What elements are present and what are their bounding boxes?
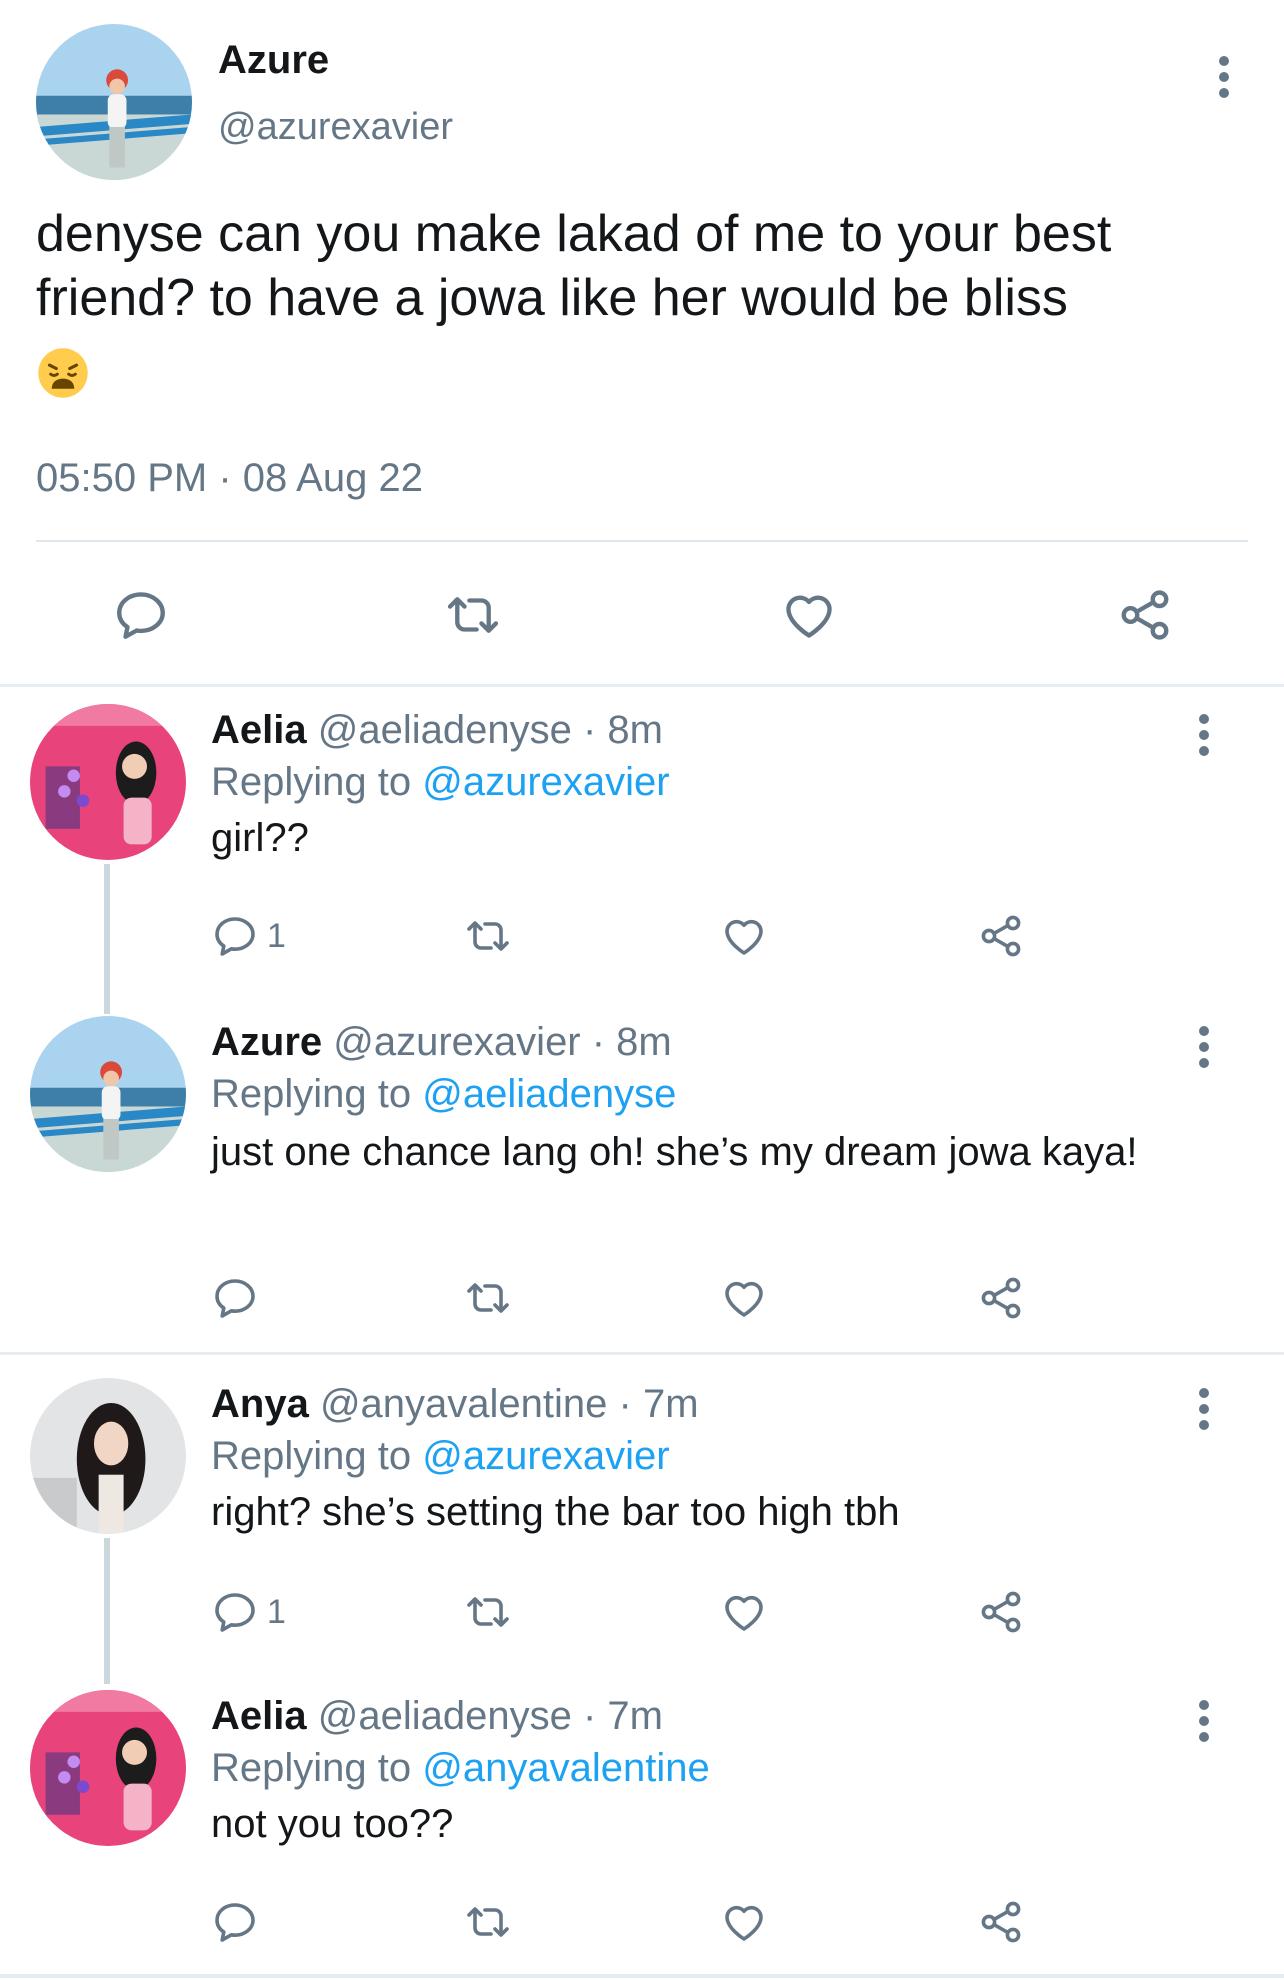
main-tweet: Azure @azurexavier denyse can you make l… <box>0 0 1284 684</box>
share-button[interactable] <box>977 1898 1025 1946</box>
mention-link[interactable]: @azurexavier <box>422 760 669 804</box>
replying-label: Replying to <box>211 1746 412 1790</box>
avatar[interactable] <box>30 1378 186 1534</box>
author-name[interactable]: Azure <box>218 38 329 83</box>
mention-link[interactable]: @azurexavier <box>422 1434 669 1478</box>
avatar[interactable] <box>36 24 192 180</box>
avatar[interactable] <box>30 704 186 860</box>
more-options-icon[interactable] <box>1218 56 1230 100</box>
divider <box>36 540 1248 542</box>
section-divider <box>0 684 1284 687</box>
like-button[interactable] <box>720 912 768 960</box>
weary-face-emoji <box>36 346 90 400</box>
author-name[interactable]: Aelia <box>211 708 307 752</box>
section-divider <box>0 1352 1284 1355</box>
share-icon <box>977 1588 1025 1636</box>
mention-link[interactable]: @aeliadenyse <box>422 1072 676 1116</box>
reply-button[interactable] <box>112 586 170 644</box>
share-icon <box>977 1898 1025 1946</box>
like-button[interactable] <box>720 1274 768 1322</box>
reply-count: 1 <box>267 916 286 955</box>
like-button[interactable] <box>720 1898 768 1946</box>
retweet-button[interactable] <box>444 586 502 644</box>
thread-line <box>104 1538 110 1684</box>
reply-icon <box>211 1898 259 1946</box>
retweet-icon <box>444 586 502 644</box>
share-button[interactable] <box>977 1588 1025 1636</box>
section-divider <box>0 1974 1284 1978</box>
author-handle-time[interactable]: @azurexavier · 8m <box>333 1020 671 1064</box>
more-options-icon[interactable] <box>1198 1388 1210 1432</box>
retweet-icon <box>464 1274 512 1322</box>
more-options-icon[interactable] <box>1198 1026 1210 1070</box>
reply-icon <box>211 1588 259 1636</box>
replying-label: Replying to <box>211 1072 412 1116</box>
reply-icon <box>112 586 170 644</box>
reply-button[interactable]: 1 <box>211 1588 286 1636</box>
replying-label: Replying to <box>211 1434 412 1478</box>
author-handle-time[interactable]: @aeliadenyse · 8m <box>318 708 663 752</box>
retweet-icon <box>464 912 512 960</box>
author-name[interactable]: Azure <box>211 1020 322 1064</box>
like-button[interactable] <box>720 1588 768 1636</box>
replying-label: Replying to <box>211 760 412 804</box>
reply-icon <box>211 912 259 960</box>
author-handle[interactable]: @azurexavier <box>218 106 453 149</box>
reply-tweet[interactable]: Azure @azurexavier · 8m Replying to @ael… <box>0 1012 1284 1352</box>
share-icon <box>977 1274 1025 1322</box>
like-button[interactable] <box>780 586 838 644</box>
reply-tweet[interactable]: Aelia @aeliadenyse · 8m Replying to @azu… <box>0 700 1284 1014</box>
reply-button[interactable] <box>211 1274 259 1322</box>
author-handle-time[interactable]: @anyavalentine · 7m <box>320 1382 699 1426</box>
more-options-icon[interactable] <box>1198 1700 1210 1744</box>
retweet-button[interactable] <box>464 1898 512 1946</box>
reply-count: 1 <box>267 1592 286 1631</box>
mention-link[interactable]: @anyavalentine <box>422 1746 709 1790</box>
reply-text: just one chance lang oh! she’s my dream … <box>211 1130 1138 1174</box>
share-button[interactable] <box>977 912 1025 960</box>
like-icon <box>720 1588 768 1636</box>
like-icon <box>720 1898 768 1946</box>
reply-text: girl?? <box>211 816 309 860</box>
reply-tweet[interactable]: Aelia @aeliadenyse · 7m Replying to @any… <box>0 1686 1284 1976</box>
reply-tweet[interactable]: Anya @anyavalentine · 7m Replying to @az… <box>0 1374 1284 1684</box>
tweet-action-bar <box>0 574 1284 654</box>
retweet-icon <box>464 1898 512 1946</box>
reply-text: not you too?? <box>211 1802 454 1846</box>
like-icon <box>720 912 768 960</box>
retweet-button[interactable] <box>464 1588 512 1636</box>
reply-text: right? she’s setting the bar too high tb… <box>211 1490 900 1534</box>
share-button[interactable] <box>1116 586 1174 644</box>
more-options-icon[interactable] <box>1198 714 1210 758</box>
share-button[interactable] <box>977 1274 1025 1322</box>
reply-icon <box>211 1274 259 1322</box>
avatar[interactable] <box>30 1016 186 1172</box>
tweet-text: denyse can you make lakad of me to your … <box>36 205 1112 327</box>
author-handle-time[interactable]: @aeliadenyse · 7m <box>318 1694 663 1738</box>
author-name[interactable]: Anya <box>211 1382 309 1426</box>
like-icon <box>720 1274 768 1322</box>
share-icon <box>977 912 1025 960</box>
share-icon <box>1116 586 1174 644</box>
author-name[interactable]: Aelia <box>211 1694 307 1738</box>
tweet-timestamp: 05:50 PM · 08 Aug 22 <box>36 456 423 500</box>
reply-button[interactable] <box>211 1898 259 1946</box>
avatar[interactable] <box>30 1690 186 1846</box>
retweet-button[interactable] <box>464 1274 512 1322</box>
retweet-button[interactable] <box>464 912 512 960</box>
thread-line <box>104 864 110 1014</box>
retweet-icon <box>464 1588 512 1636</box>
like-icon <box>780 586 838 644</box>
reply-button[interactable]: 1 <box>211 912 286 960</box>
